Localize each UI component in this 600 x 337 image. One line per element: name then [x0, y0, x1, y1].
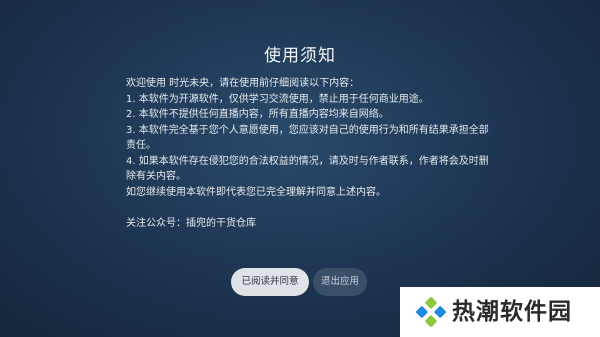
terms-item-3: 3. 本软件完全基于您个人意愿使用，您应该对自己的使用行为和所有结果承担全部责任… — [126, 124, 489, 152]
follow-account-text: 关注公众号：插兜的干货仓库 — [126, 217, 256, 229]
terms-item-2: 2. 本软件不提供任何直播内容，所有直播内容均来自网络。 — [126, 109, 389, 120]
watermark-text: 热潮软件园 — [452, 299, 572, 325]
terms-item-4: 4. 如果本软件存在侵犯您的合法权益的情况，请及时与作者联系，作者将会及时删除有… — [126, 155, 489, 183]
terms-closing: 如您继续使用本软件即代表您已完全理解并同意上述内容。 — [126, 186, 386, 198]
diamond-leaf-logo-icon — [416, 297, 446, 327]
watermark-banner: 热潮软件园 — [400, 287, 600, 337]
dialog-title: 使用须知 — [264, 46, 336, 66]
terms-intro: 欢迎使用 时光未央，请在使用前仔细阅读以下内容： — [126, 78, 360, 89]
terms-item-1: 1. 本软件为开源软件，仅供学习交流使用，禁止用于任何商业用途。 — [126, 93, 429, 105]
exit-app-button[interactable]: 退出应用 — [313, 268, 367, 296]
terms-content: 欢迎使用 时光未央，请在使用前仔细阅读以下内容： 1. 本软件为开源软件，仅供学… — [126, 76, 492, 231]
agree-button[interactable]: 已阅读并同意 — [231, 268, 309, 296]
